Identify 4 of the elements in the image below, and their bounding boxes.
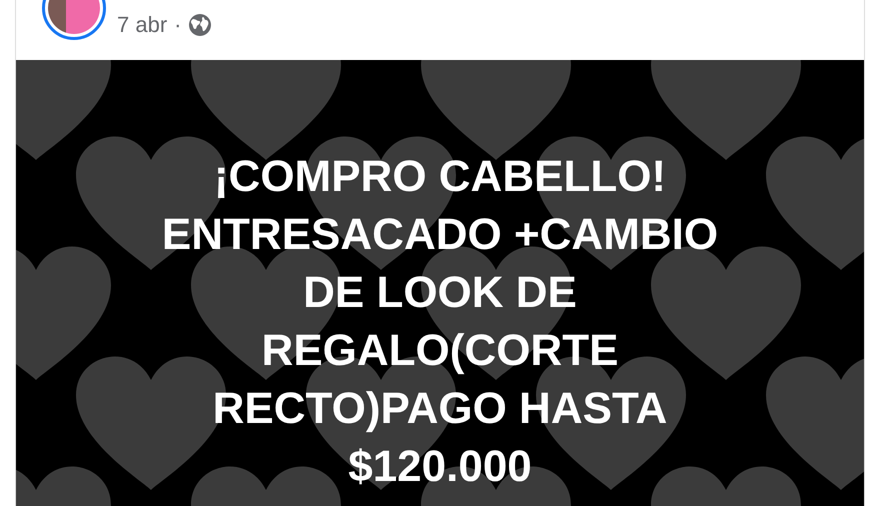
post-date[interactable]: 7 abr bbox=[117, 12, 168, 38]
globe-icon bbox=[188, 13, 212, 37]
image-caption: ¡COMPRO CABELLO! ENTRESACADO +CAMBIO DE LOOK DE REGALO(CORTE RECTO)PAGO HASTA $120.000 bbox=[162, 151, 718, 493]
separator-dot: · bbox=[174, 12, 182, 38]
